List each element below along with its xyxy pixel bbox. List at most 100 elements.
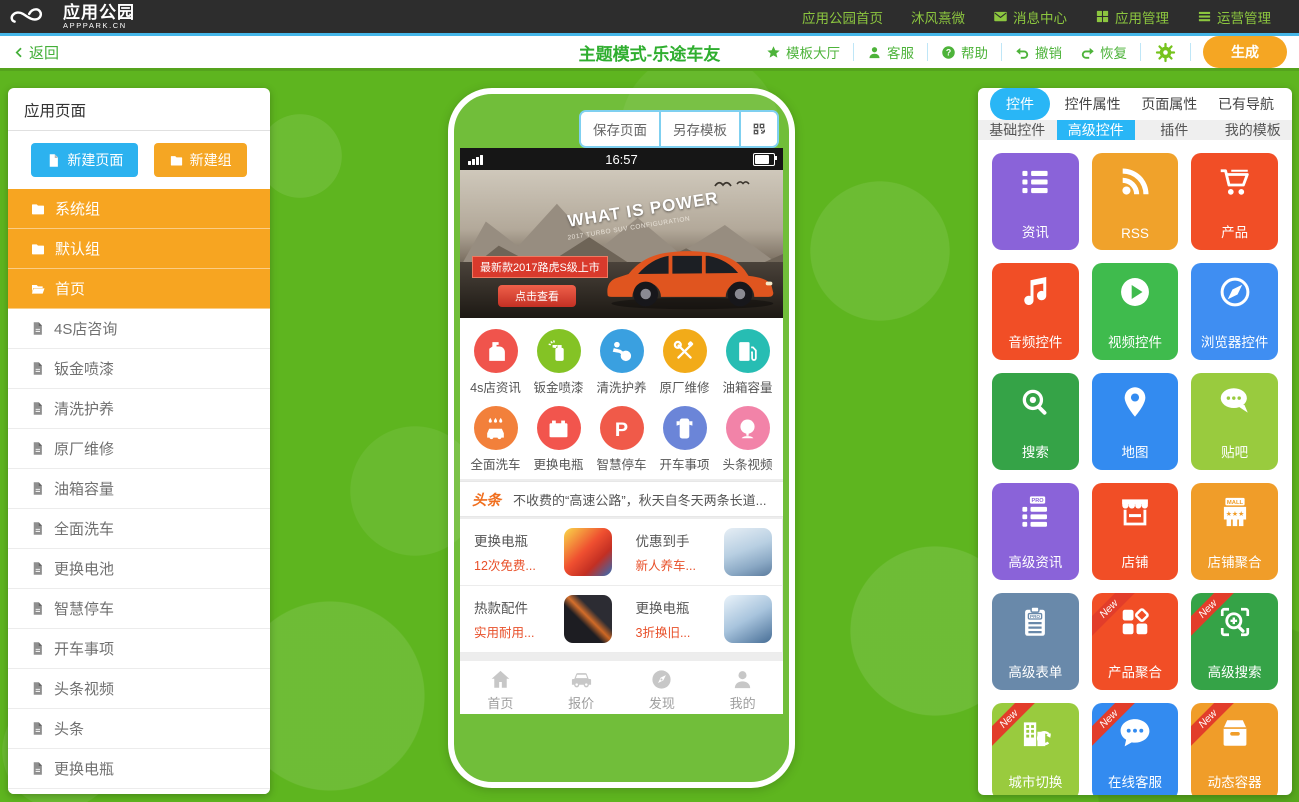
nav-item[interactable]: 我的	[702, 661, 783, 714]
new-page-button[interactable]: 新建页面	[31, 143, 138, 177]
widget-tile[interactable]: 店铺	[1092, 483, 1179, 580]
widget-tile[interactable]: 视频控件	[1092, 263, 1179, 360]
widget-tile[interactable]: 音频控件	[992, 263, 1079, 360]
topbar-menu-item[interactable]: 应用管理	[1081, 7, 1183, 27]
pages-panel-title: 应用页面	[8, 88, 270, 131]
widget-tile[interactable]: 店铺聚合	[1191, 483, 1278, 580]
app-icon-item[interactable]: 原厂维修	[653, 329, 716, 396]
generate-button[interactable]: 生成	[1203, 36, 1287, 68]
group-row[interactable]: 系统组	[8, 189, 270, 229]
promo-card[interactable]: 优惠到手 新人养车...	[622, 519, 784, 586]
widget-tile[interactable]: 高级资讯	[992, 483, 1079, 580]
app-icon-item[interactable]: 清洗护养	[590, 329, 653, 396]
page-row[interactable]: 智慧停车	[8, 589, 270, 629]
car-quote-icon	[570, 668, 593, 691]
header-action-label: 模板大厅	[786, 42, 840, 62]
widget-tile[interactable]: New 动态容器	[1191, 703, 1278, 795]
save-as-template-button[interactable]: 另存模板	[659, 112, 739, 146]
promo-card[interactable]: 更换电瓶 3折换旧...	[622, 586, 784, 653]
app-icon-item[interactable]: 钣金喷漆	[527, 329, 590, 396]
page-row[interactable]: 更换电瓶	[8, 749, 270, 789]
group-row[interactable]: 首页	[8, 269, 270, 309]
panel-tab[interactable]: 控件	[990, 88, 1050, 120]
promo-card-subtitle: 3折换旧...	[636, 622, 691, 641]
panel-subtab[interactable]: 基础控件	[978, 120, 1057, 140]
panel-tab[interactable]: 页面属性	[1135, 88, 1203, 120]
page-label: 开车事项	[54, 638, 114, 659]
widget-tile[interactable]: 贴吧	[1191, 373, 1278, 470]
promo-card[interactable]: 热款配件 实用耐用...	[460, 586, 622, 653]
widget-tile[interactable]: 产品	[1191, 153, 1278, 250]
widget-tile[interactable]: 浏览器控件	[1191, 263, 1278, 360]
qr-code-button[interactable]	[739, 112, 777, 146]
panel-tab[interactable]: 控件属性	[1059, 88, 1127, 120]
page-row[interactable]: 开车事项	[8, 629, 270, 669]
new-group-button[interactable]: 新建组	[154, 143, 247, 177]
page-row[interactable]: 头条视频	[8, 669, 270, 709]
page-row[interactable]: 优惠到手	[8, 789, 270, 794]
topbar-menu-item[interactable]: 沐风熹微	[897, 7, 979, 27]
suv-car-image	[599, 234, 781, 314]
app-icon-item[interactable]: 4s店资讯	[464, 329, 527, 396]
page-row[interactable]: 钣金喷漆	[8, 349, 270, 389]
page-label: 4S店咨询	[54, 318, 117, 339]
pro-form-icon	[1017, 604, 1053, 640]
topbar-menu-item[interactable]: 应用公园首页	[788, 7, 897, 27]
page-row[interactable]: 更换电池	[8, 549, 270, 589]
header-action[interactable]: 帮助	[932, 42, 997, 62]
page-row[interactable]: 头条	[8, 709, 270, 749]
save-page-button[interactable]: 保存页面	[581, 112, 659, 146]
phone-toolbar: 保存页面 另存模板	[579, 110, 779, 148]
app-icon-item[interactable]: 油箱容量	[716, 329, 779, 396]
promo-card[interactable]: 更换电瓶 12次免费...	[460, 519, 622, 586]
header-action[interactable]: 模板大厅	[757, 42, 849, 62]
topbar-menu-item[interactable]: 消息中心	[979, 7, 1081, 27]
page-row[interactable]: 全面洗车	[8, 509, 270, 549]
folder-icon	[30, 241, 46, 257]
banner-widget[interactable]: WHAT IS POWER 2017 TURBO SUV CONFIGURATI…	[460, 170, 783, 318]
header-action-label: 帮助	[961, 42, 988, 62]
header-action[interactable]: 客服	[858, 42, 923, 62]
app-icon-item[interactable]: 头条视频	[716, 406, 779, 473]
banner-cta-button[interactable]: 点击查看	[498, 285, 576, 307]
page-row[interactable]: 原厂维修	[8, 429, 270, 469]
widget-tile[interactable]: New 高级搜索	[1191, 593, 1278, 690]
promo-card-thumbnail	[564, 528, 612, 576]
repair-tools-icon	[672, 339, 697, 364]
widget-tile[interactable]: 搜索	[992, 373, 1079, 470]
group-row[interactable]: 默认组	[8, 229, 270, 269]
widget-tile[interactable]: 高级表单	[992, 593, 1079, 690]
widget-tile[interactable]: New 在线客服	[1092, 703, 1179, 795]
panel-subtab[interactable]: 高级控件	[1057, 120, 1136, 140]
widget-tile[interactable]: 资讯	[992, 153, 1079, 250]
settings-button[interactable]	[1145, 42, 1186, 63]
back-button[interactable]: 返回	[12, 42, 59, 63]
panel-tab[interactable]: 已有导航	[1212, 88, 1280, 120]
app-icon-label: 清洗护养	[596, 377, 646, 396]
panel-subtab[interactable]: 我的模板	[1214, 120, 1293, 140]
widget-tile[interactable]: RSS	[1092, 153, 1179, 250]
app-icon-item[interactable]: 智慧停车	[590, 406, 653, 473]
app-icon-circle	[663, 329, 707, 373]
page-row[interactable]: 4S店咨询	[8, 309, 270, 349]
header-action[interactable]: 恢复	[1071, 42, 1136, 62]
widget-tile[interactable]: New 城市切换	[992, 703, 1079, 795]
nav-item[interactable]: 首页	[460, 661, 541, 714]
widget-tile-label: 音频控件	[1008, 331, 1062, 351]
panel-subtab[interactable]: 插件	[1135, 120, 1214, 140]
app-logo[interactable]: 应用公园 APPPARK.CN	[10, 4, 135, 30]
headline-widget[interactable]: 头条 不收费的“高速公路”，秋天自冬天两条长道...	[460, 481, 783, 517]
page-row[interactable]: 清洗护养	[8, 389, 270, 429]
app-icon-item[interactable]: 更换电瓶	[527, 406, 590, 473]
page-row[interactable]: 油箱容量	[8, 469, 270, 509]
header-action[interactable]: 撤销	[1006, 42, 1071, 62]
app-icon-item[interactable]: 开车事项	[653, 406, 716, 473]
nav-item[interactable]: 报价	[541, 661, 622, 714]
page-label: 头条视频	[54, 678, 114, 699]
widget-tile[interactable]: New 产品聚合	[1092, 593, 1179, 690]
nav-item[interactable]: 发现	[622, 661, 703, 714]
topbar-menu-item[interactable]: 运营管理	[1183, 7, 1285, 27]
group-label: 默认组	[55, 238, 100, 259]
widget-tile[interactable]: 地图	[1092, 373, 1179, 470]
app-icon-item[interactable]: 全面洗车	[464, 406, 527, 473]
